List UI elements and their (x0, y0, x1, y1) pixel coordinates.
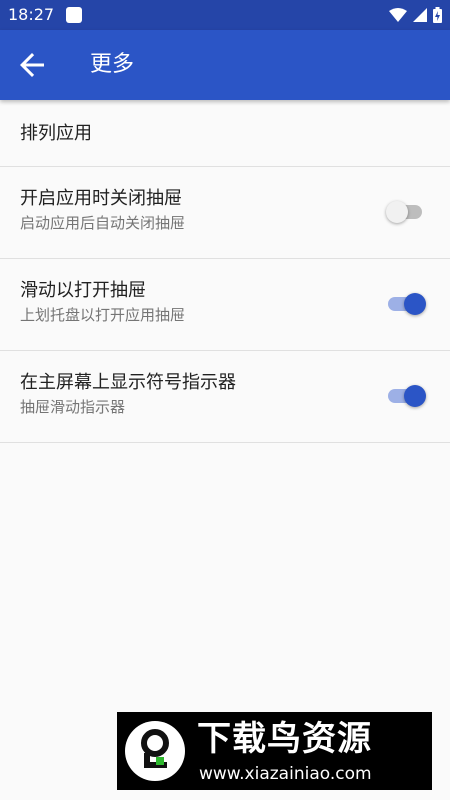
app-bar: 更多 (0, 30, 450, 100)
switch-thumb (404, 293, 426, 315)
sort-apps-item[interactable]: 排列应用 (0, 100, 450, 167)
close-drawer-on-launch-subtitle: 启动应用后自动关闭抽屉 (20, 214, 186, 232)
battery-icon (433, 7, 442, 23)
close-drawer-on-launch-switch[interactable] (386, 201, 426, 223)
status-time: 18:27 (8, 5, 55, 24)
swipe-to-open-switch[interactable] (386, 293, 426, 315)
watermark-url: www.xiazainiao.com (199, 764, 372, 784)
notification-square-icon (66, 7, 82, 23)
wifi-icon (389, 8, 407, 22)
back-arrow-icon[interactable] (14, 47, 50, 83)
status-icons (389, 6, 442, 24)
close-drawer-on-launch-title: 开启应用时关闭抽屉 (20, 188, 182, 209)
sort-apps-title: 排列应用 (20, 123, 92, 144)
swipe-to-open-title: 滑动以打开抽屉 (20, 280, 146, 301)
switch-thumb (386, 201, 408, 223)
switch-thumb (404, 385, 426, 407)
status-bar: 18:27 (0, 0, 450, 30)
show-indicator-subtitle: 抽屉滑动指示器 (20, 398, 126, 416)
show-indicator-switch[interactable] (386, 385, 426, 407)
settings-list: 排列应用 开启应用时关闭抽屉 启动应用后自动关闭抽屉 滑动以打开抽屉 上划托盘以… (0, 100, 450, 443)
show-indicator-item[interactable]: 在主屏幕上显示符号指示器 抽屉滑动指示器 (0, 351, 450, 443)
page-title: 更多 (90, 52, 135, 77)
watermark-banner: 下载鸟资源 www.xiazainiao.com (117, 712, 432, 790)
signal-icon (413, 8, 427, 22)
logo-icon (125, 721, 185, 781)
swipe-to-open-subtitle: 上划托盘以打开应用抽屉 (20, 306, 186, 324)
show-indicator-title: 在主屏幕上显示符号指示器 (20, 372, 236, 393)
close-drawer-on-launch-item[interactable]: 开启应用时关闭抽屉 启动应用后自动关闭抽屉 (0, 167, 450, 259)
swipe-to-open-item[interactable]: 滑动以打开抽屉 上划托盘以打开应用抽屉 (0, 259, 450, 351)
watermark-title: 下载鸟资源 (197, 719, 372, 759)
